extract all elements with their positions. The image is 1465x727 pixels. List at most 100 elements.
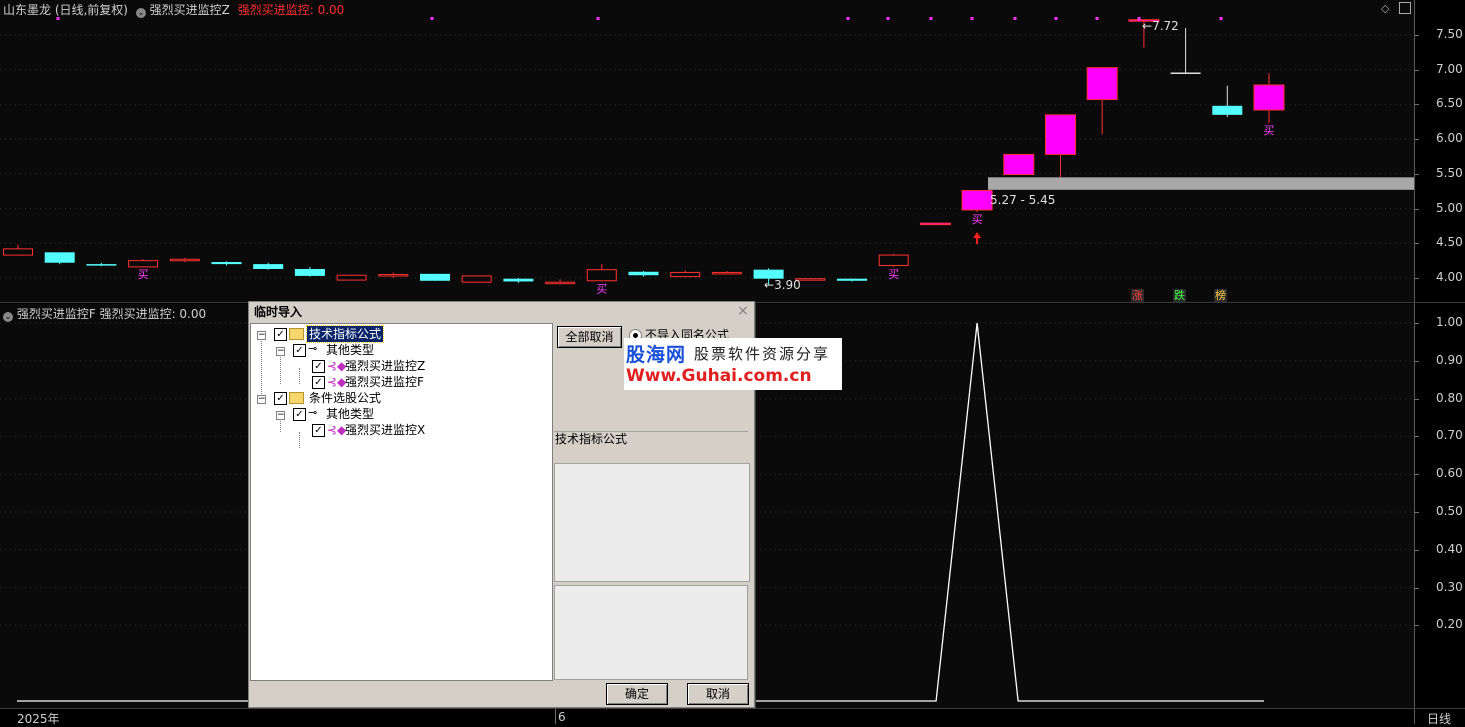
candle-body <box>1003 153 1035 176</box>
candle-body <box>294 268 325 276</box>
tree-node-other-type-2[interactable]: 其他类型 <box>326 406 374 422</box>
candle-body <box>378 274 409 277</box>
tree-leaf-monitor-z[interactable]: 强烈买进监控Z <box>345 358 425 374</box>
signal-dot <box>430 17 434 20</box>
candle-body <box>128 260 159 268</box>
price-tick-label: 4.00 <box>1436 270 1463 284</box>
dialog-title[interactable]: 临时导入 <box>249 302 754 322</box>
indicator-tick-label: 0.80 <box>1436 390 1463 405</box>
tree-node-stock-select[interactable]: 条件选股公式 <box>309 390 381 406</box>
tree-checkbox[interactable]: ✓ <box>293 408 306 421</box>
indicator-tick <box>1414 474 1419 476</box>
cancel-button[interactable]: 取消 <box>687 683 749 705</box>
tree-node-tech-formula[interactable]: 技术指标公式 <box>305 325 385 343</box>
time-axis-year: 2025年 <box>17 712 60 726</box>
price-tick-label: 7.50 <box>1436 27 1463 41</box>
collapse-icon[interactable]: − <box>276 411 285 420</box>
signal-dot <box>596 17 600 20</box>
indicator-tick-label: 0.30 <box>1436 579 1463 594</box>
ok-button[interactable]: 确定 <box>606 683 668 705</box>
collapse-icon[interactable]: − <box>276 347 285 356</box>
indicator-tick-label: 0.20 <box>1436 617 1463 632</box>
rank-badge[interactable]: 跌 <box>1173 289 1186 302</box>
tree-guide <box>299 432 300 448</box>
axis-divider <box>1414 0 1415 724</box>
tree-checkbox[interactable]: ✓ <box>274 328 287 341</box>
collapse-icon[interactable]: − <box>257 395 266 404</box>
tree-guide <box>299 368 300 384</box>
support-zone <box>988 177 1414 190</box>
collapse-icon[interactable]: − <box>257 331 266 340</box>
buy-signal-label: 买 <box>972 213 983 226</box>
candle-body <box>86 264 117 266</box>
tree-checkbox[interactable]: ✓ <box>312 424 325 437</box>
zone-label: 5.27 - 5.45 <box>990 193 1056 207</box>
folder-icon <box>289 392 304 404</box>
folder-icon <box>289 328 304 340</box>
price-tick <box>1414 35 1419 36</box>
tree-checkbox[interactable]: ✓ <box>312 376 325 389</box>
price-tick-label: 4.50 <box>1436 235 1463 250</box>
indicator-tick-label: 1.00 <box>1436 315 1463 329</box>
indicator-tick-label: 0.90 <box>1436 352 1463 367</box>
description-box <box>554 463 750 582</box>
detail-box <box>554 585 748 680</box>
buy-signal-label: 买 <box>138 268 149 281</box>
candle-body <box>878 254 909 267</box>
high-price-label: ←7.72 <box>1142 19 1179 33</box>
formula-icon: ⊰◆ <box>327 359 347 373</box>
candle-body <box>1253 84 1285 111</box>
price-tick-label: 7.00 <box>1436 61 1463 76</box>
candle-body <box>1086 67 1118 101</box>
candle-body <box>586 269 617 282</box>
indicator-tick <box>1414 436 1419 438</box>
price-tick <box>1414 104 1419 106</box>
price-tick <box>1414 173 1419 175</box>
cancel-all-button[interactable]: 全部取消 <box>557 326 622 348</box>
indicator-tick <box>1414 398 1419 400</box>
formula-tree[interactable]: − ✓ 技术指标公式 − ✓ ⊸ 其他类型 ✓ ⊰◆ 强烈买进监控Z ✓ ⊰◆ … <box>250 323 553 681</box>
tree-leaf-monitor-x[interactable]: 强烈买进监控X <box>345 422 425 438</box>
price-tick-label: 6.00 <box>1436 131 1463 146</box>
price-tick <box>1414 139 1419 141</box>
indicator-tick <box>1414 625 1419 627</box>
low-price-label: ←3.90 <box>764 278 801 292</box>
candle-body <box>503 278 534 282</box>
candle-body <box>44 252 75 263</box>
candle-body <box>3 248 33 256</box>
indicator-tick <box>1414 323 1419 324</box>
price-tick <box>1414 69 1419 71</box>
price-tick <box>1414 243 1419 245</box>
tree-node-other-type[interactable]: 其他类型 <box>326 342 374 358</box>
tree-checkbox[interactable]: ✓ <box>274 392 287 405</box>
indicator-tick-label: 0.40 <box>1436 541 1463 556</box>
signal-dot <box>970 17 974 20</box>
rank-badge[interactable]: 榜 <box>1214 289 1227 302</box>
indicator-tick-label: 0.50 <box>1436 504 1463 518</box>
candle-body <box>1212 105 1243 115</box>
indicator-tick-label: 0.60 <box>1436 466 1463 481</box>
signal-dot <box>846 17 850 20</box>
indicator-tick <box>1414 587 1419 589</box>
buy-signal-label: 买 <box>1264 124 1275 137</box>
buy-signal-label: 买 <box>596 282 607 295</box>
indicator-tick <box>1414 360 1419 362</box>
candle-body <box>420 273 450 281</box>
close-icon[interactable]: × <box>736 304 750 318</box>
price-tick-label: 6.50 <box>1436 96 1463 111</box>
breakout-arrow <box>973 232 982 245</box>
candle-body <box>169 258 200 262</box>
time-axis-month: 6 <box>558 710 566 724</box>
tree-guide <box>280 352 281 384</box>
info-divider <box>554 431 748 432</box>
info-label: 技术指标公式 <box>555 432 628 446</box>
tree-leaf-monitor-f[interactable]: 强烈买进监控F <box>345 374 424 390</box>
formula-icon: ⊰◆ <box>327 375 347 389</box>
period-label[interactable]: 日线 <box>1427 710 1451 727</box>
tree-checkbox[interactable]: ✓ <box>312 360 325 373</box>
arrow-left-icon: ← <box>1142 19 1153 33</box>
signal-dot <box>886 17 890 20</box>
tree-checkbox[interactable]: ✓ <box>293 344 306 357</box>
arrow-left-icon: ← <box>764 278 775 292</box>
rank-badge[interactable]: 涨 <box>1131 289 1144 302</box>
